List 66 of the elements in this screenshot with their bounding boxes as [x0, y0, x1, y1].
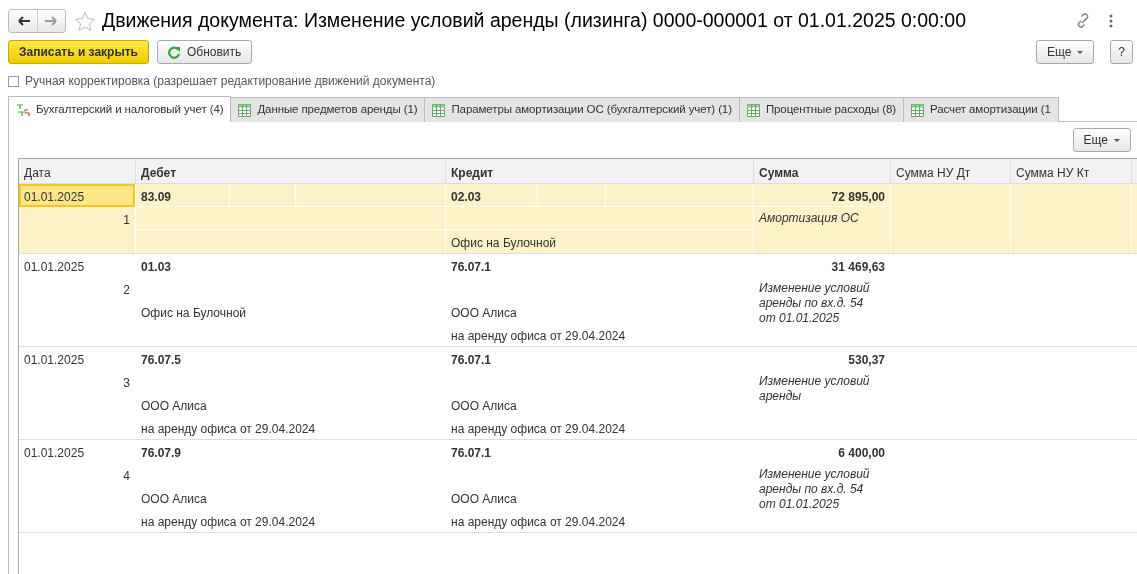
table-cell-text: ООО Алиса: [140, 491, 208, 508]
tab[interactable]: Параметры амортизации ОС (бухгалтерский учет) (1): [424, 97, 740, 122]
refresh-button[interactable]: Обновить: [156, 40, 253, 64]
account-cell: 02.03: [446, 184, 538, 206]
table-cell-text: Изменение условий аренды по вх.д. 54 от 01.01.2025: [758, 466, 871, 513]
table-cell-text: ООО Алиса: [140, 398, 208, 415]
account-cell-text: 76.07.9: [140, 445, 183, 462]
table-cell-text: на аренду офиса от 29.04.2024: [140, 421, 317, 438]
account-cell-text: 76.07.5: [140, 352, 183, 369]
row-number: 1: [122, 212, 131, 229]
table-cell-text: ООО Алиса: [450, 398, 518, 415]
row-number: 2: [122, 282, 131, 299]
table-cell-text: Амортизация ОС: [757, 210, 860, 227]
table-cell: 01.01.2025: [19, 184, 135, 207]
amount-cell-text: 6 400,00: [837, 445, 886, 462]
table-cell-text: ООО Алиса: [450, 305, 518, 322]
more-options-icon[interactable]: [1109, 14, 1113, 28]
window-title: Движения документа: Изменение условий аренды (лизинга) 0000-000001 от 01.01.2025 0:00:00: [102, 8, 968, 34]
account-cell: 83.09: [136, 184, 230, 206]
table-cell-text: на аренду офиса от 29.04.2024: [140, 514, 317, 531]
account-cell-text: 01.03: [140, 259, 173, 276]
more-button[interactable]: Еще: [1072, 128, 1131, 152]
table-cell-text: 01.01.2025: [23, 259, 86, 276]
table-cell-text: на аренду офиса от 29.04.2024: [450, 514, 627, 531]
table-cell-text: на аренду офиса от 29.04.2024: [450, 328, 627, 345]
tab[interactable]: Данные предметов аренды (1): [230, 97, 426, 122]
amount-cell: 72 895,00: [754, 184, 890, 207]
refresh-icon: [167, 45, 181, 59]
forward-arrow-icon: [44, 15, 59, 27]
table-cell-text: на аренду офиса от 29.04.2024: [450, 421, 627, 438]
table-row[interactable]: 01.01.2025 3 76.07.5 ООО Алиса на аренду офиса от 29.04.2024 76.07.1 ООО Алиса на аренду офиса от 29.04.2024 530,37 Изменение условий аренды: [19, 347, 1137, 440]
row-number: 4: [122, 468, 131, 485]
amount-cell-text: 530,37: [847, 352, 886, 369]
table-icon: [746, 103, 760, 117]
table-row[interactable]: 01.01.2025 2 01.03 Офис на Булочной 76.07.1 ООО Алиса на аренду офиса от 29.04.2024 31 469,63 Изменение условий аренды по вх.д. 54 от 01.01.2025: [19, 254, 1137, 347]
table-icon: [432, 103, 446, 117]
checkbox-label: Ручная корректировка (разрешает редактирование движений документа): [25, 73, 436, 90]
tab[interactable]: Процентные расходы (8): [738, 97, 904, 122]
table-row[interactable]: 01.01.2025 4 76.07.9 ООО Алиса на аренду офиса от 29.04.2024 76.07.1 ООО Алиса на аренду офиса от 29.04.2024 6 400,00 Изменение условий аренды по вх.д. 54 от 01.01.2025: [19, 440, 1137, 533]
table-cell-text: Изменение условий аренды: [758, 373, 871, 405]
account-cell-text: 76.07.1: [450, 352, 493, 369]
table-icon: [911, 103, 924, 117]
row-number: 3: [122, 375, 131, 392]
table-cell-text: Офис на Булочной: [450, 235, 558, 252]
table-cell-text: Изменение условий аренды по вх.д. 54 от 01.01.2025: [758, 280, 871, 327]
table-cell-text: 01.01.2025: [23, 352, 86, 369]
more-button[interactable]: Еще: [1035, 40, 1095, 64]
star-icon[interactable]: [74, 10, 96, 32]
table-row[interactable]: 01.01.2025 1 83.09 02.03 Офис на Булочной 72 895,00 Амортизация ОС: [19, 184, 1137, 254]
table-icon: [238, 103, 252, 117]
account-cell-text: 76.07.1: [450, 445, 493, 462]
save-and-close-button[interactable]: Записать и закрыть: [8, 40, 149, 64]
table-cell-text: ООО Алиса: [450, 491, 518, 508]
tab[interactable]: Бухгалтерский и налоговый учет (4): [8, 96, 232, 122]
caret-icon: [1077, 50, 1084, 54]
help-button[interactable]: ?: [1110, 40, 1133, 64]
checkbox[interactable]: [8, 75, 19, 87]
link-icon[interactable]: [1075, 13, 1091, 29]
back-arrow-icon: [15, 15, 31, 27]
table-cell-text: Офис на Булочной: [140, 305, 248, 322]
account-cell-text: 76.07.1: [450, 259, 493, 276]
ledger-icon: [16, 102, 30, 117]
tab[interactable]: Расчет амортизации (1: [903, 97, 1059, 122]
table-cell-text: 01.01.2025: [23, 445, 86, 462]
amount-cell-text: 31 469,63: [830, 259, 886, 276]
caret-icon: [1114, 138, 1120, 142]
